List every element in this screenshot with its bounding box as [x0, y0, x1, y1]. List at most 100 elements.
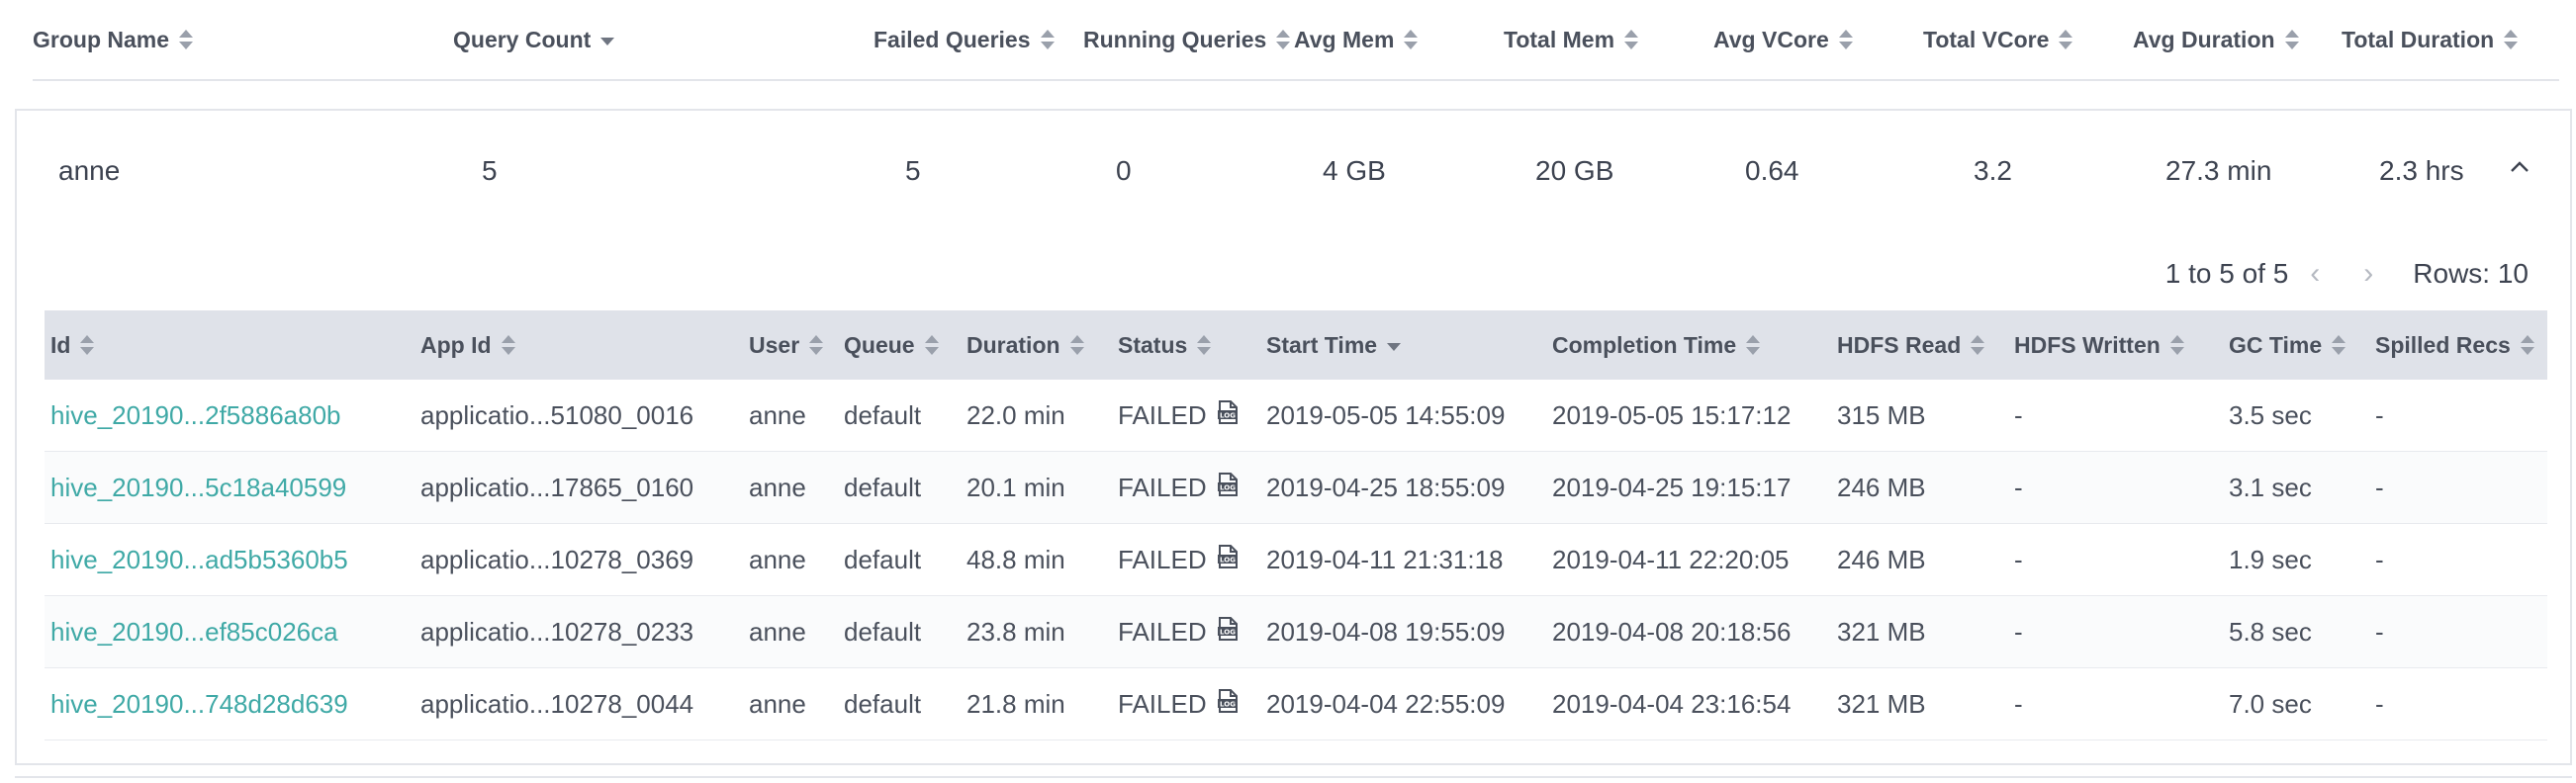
- column-header-total-vcore[interactable]: Total VCore: [1923, 0, 2073, 79]
- sort-icon[interactable]: [1404, 28, 1419, 51]
- detail-header-gc-time[interactable]: GC Time: [2229, 310, 2346, 380]
- cell-id[interactable]: hive_20190...5c18a40599: [50, 452, 346, 523]
- detail-header-completion-time[interactable]: Completion Time: [1552, 310, 1761, 380]
- pagination-range: 1 to 5 of 5: [2164, 258, 2289, 289]
- group-row[interactable]: anne 5 5 0 4 GB 20 GB 0.64 3.2 27.3 min …: [17, 111, 2570, 231]
- sort-desc-icon[interactable]: [600, 28, 615, 51]
- running-queries: 0: [1116, 155, 1132, 186]
- sort-icon[interactable]: [2169, 333, 2184, 357]
- log-file-icon[interactable]: LOG: [1215, 616, 1241, 649]
- sort-icon[interactable]: [1040, 28, 1055, 51]
- sort-icon[interactable]: [1746, 333, 1761, 357]
- cell-text: -: [2014, 544, 2023, 574]
- cell-text: 246 MB: [1837, 544, 1926, 574]
- sort-icon[interactable]: [2284, 28, 2299, 51]
- column-header-group-name[interactable]: Group Name: [33, 0, 194, 79]
- sort-icon[interactable]: [1838, 28, 1853, 51]
- cell-hdfs-read: 321 MB: [1837, 596, 1926, 667]
- sort-icon[interactable]: [1624, 28, 1639, 51]
- cell-status: FAILED LOG: [1118, 668, 1241, 740]
- sort-icon[interactable]: [2504, 28, 2519, 51]
- column-header-label: Avg Mem: [1294, 26, 1395, 52]
- cell-id[interactable]: hive_20190...2f5886a80b: [50, 380, 341, 451]
- detail-header-hdfs-read[interactable]: HDFS Read: [1837, 310, 1985, 380]
- detail-header-duration[interactable]: Duration: [966, 310, 1084, 380]
- sort-icon[interactable]: [1069, 333, 1084, 357]
- rows-per-page[interactable]: Rows: 10: [2413, 258, 2529, 290]
- column-header-failed-queries[interactable]: Failed Queries: [874, 0, 1055, 79]
- cell-completion-time: 2019-04-04 23:16:54: [1552, 668, 1791, 740]
- query-id-link[interactable]: hive_20190...2f5886a80b: [50, 400, 341, 431]
- query-id-link[interactable]: hive_20190...ad5b5360b5: [50, 545, 348, 575]
- chevron-up-icon[interactable]: [2509, 156, 2530, 178]
- cell-text: 23.8 min: [966, 616, 1065, 647]
- cell-text: 48.8 min: [966, 544, 1065, 574]
- cell-spilled-recs: -: [2375, 524, 2384, 595]
- log-file-icon[interactable]: LOG: [1215, 472, 1241, 504]
- sort-icon[interactable]: [501, 333, 515, 357]
- column-header-avg-vcore[interactable]: Avg VCore: [1713, 0, 1853, 79]
- log-file-icon[interactable]: LOG: [1215, 399, 1241, 432]
- cell-hdfs-written: -: [2014, 452, 2023, 523]
- svg-text:LOG: LOG: [1220, 411, 1236, 419]
- sort-icon[interactable]: [1197, 333, 1212, 357]
- table-row: hive_20190...2f5886a80b applicatio...5108…: [45, 380, 2547, 452]
- sort-icon[interactable]: [179, 28, 194, 51]
- column-header-running-queries[interactable]: Running Queries: [1083, 0, 1291, 79]
- cell-text: 3.1 sec: [2229, 472, 2312, 502]
- cell-text: applicatio...10278_0044: [420, 688, 694, 719]
- column-header-total-mem[interactable]: Total Mem: [1504, 0, 1639, 79]
- svg-text:LOG: LOG: [1220, 556, 1236, 564]
- sort-icon[interactable]: [80, 333, 95, 357]
- cell-text: 7.0 sec: [2229, 688, 2312, 719]
- log-file-icon[interactable]: LOG: [1215, 688, 1241, 721]
- sort-icon[interactable]: [1971, 333, 1985, 357]
- cell-id[interactable]: hive_20190...ad5b5360b5: [50, 524, 348, 595]
- column-header-avg-duration[interactable]: Avg Duration: [2133, 0, 2299, 79]
- cell-text: anne: [749, 472, 806, 502]
- detail-header-id[interactable]: Id: [50, 310, 95, 380]
- query-id-link[interactable]: hive_20190...748d28d639: [50, 689, 348, 720]
- cell-text: 2019-04-08 19:55:09: [1266, 616, 1506, 647]
- detail-header-label: Id: [50, 331, 71, 358]
- detail-header-app-id[interactable]: App Id: [420, 310, 515, 380]
- sort-icon[interactable]: [2332, 333, 2346, 357]
- cell-completion-time: 2019-04-08 20:18:56: [1552, 596, 1791, 667]
- chevron-right-icon[interactable]: ›: [2363, 257, 2373, 291]
- cell-text: 2019-04-08 20:18:56: [1552, 616, 1792, 647]
- total-duration: 2.3 hrs: [2379, 155, 2464, 186]
- column-header-query-count[interactable]: Query Count: [453, 0, 615, 79]
- cell-id[interactable]: hive_20190...ef85c026ca: [50, 596, 338, 667]
- log-file-icon[interactable]: LOG: [1215, 544, 1241, 576]
- cell-text: 2019-04-04 23:16:54: [1552, 688, 1792, 719]
- detail-header-start-time[interactable]: Start Time: [1266, 310, 1402, 380]
- cell-gc-time: 7.0 sec: [2229, 668, 2312, 740]
- sort-icon[interactable]: [2520, 333, 2534, 357]
- detail-header-hdfs-written[interactable]: HDFS Written: [2014, 310, 2184, 380]
- cell-text: -: [2014, 688, 2023, 719]
- query-id-link[interactable]: hive_20190...ef85c026ca: [50, 617, 338, 648]
- detail-header-spilled-recs[interactable]: Spilled Recs: [2375, 310, 2534, 380]
- cell-text: -: [2014, 472, 2023, 502]
- column-header-label: Total VCore: [1923, 26, 2050, 52]
- cell-queue: default: [844, 452, 921, 523]
- chevron-left-icon[interactable]: ‹: [2310, 257, 2320, 291]
- sort-icon[interactable]: [809, 333, 824, 357]
- column-header-total-duration[interactable]: Total Duration: [2342, 0, 2519, 79]
- sort-icon[interactable]: [1276, 28, 1291, 51]
- table-row: hive_20190...ef85c026ca applicatio...1027…: [45, 596, 2547, 668]
- sort-desc-icon[interactable]: [1387, 333, 1402, 357]
- detail-header-user[interactable]: User: [749, 310, 824, 380]
- sort-icon[interactable]: [924, 333, 939, 357]
- detail-header-queue[interactable]: Queue: [844, 310, 939, 380]
- cell-id[interactable]: hive_20190...748d28d639: [50, 668, 348, 740]
- cell-text: 20.1 min: [966, 472, 1065, 502]
- cell-text: default: [844, 472, 922, 502]
- sort-icon[interactable]: [2059, 28, 2073, 51]
- column-header-avg-mem[interactable]: Avg Mem: [1294, 0, 1419, 79]
- detail-header-status[interactable]: Status: [1118, 310, 1212, 380]
- cell-hdfs-written: -: [2014, 596, 2023, 667]
- svg-text:LOG: LOG: [1220, 628, 1236, 636]
- cell-text: 2019-04-11 21:31:18: [1266, 544, 1504, 574]
- query-id-link[interactable]: hive_20190...5c18a40599: [50, 473, 346, 503]
